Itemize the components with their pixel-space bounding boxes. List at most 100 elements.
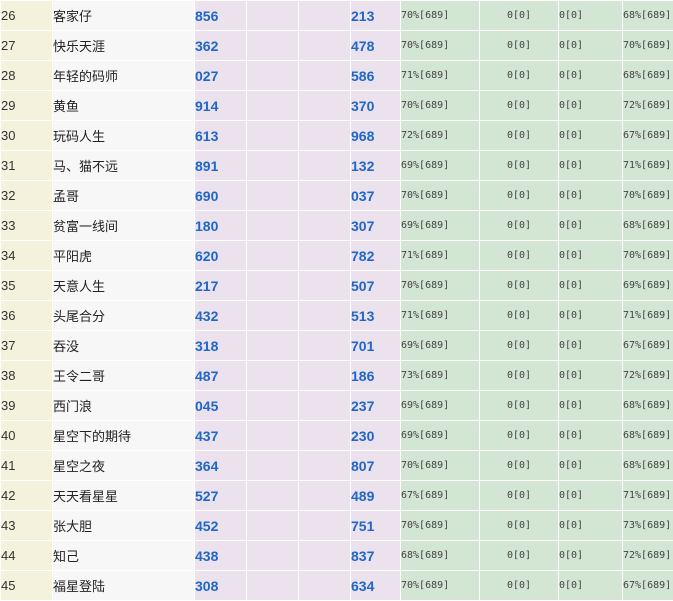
name-cell: 天天看星星	[53, 481, 195, 511]
stat-1-cell: 73%[689]	[401, 361, 480, 391]
stat-3-cell: 0[0]	[559, 121, 623, 151]
blank-cell	[247, 121, 299, 151]
ranking-rows: 26 客家仔 856 213 70%[689] 0[0] 0[0] 68%[68…	[1, 1, 673, 601]
stat-1-cell: 70%[689]	[401, 571, 480, 601]
rank-cell: 39	[1, 391, 53, 421]
table-row: 31 马、猫不远 891 132 69%[689] 0[0] 0[0] 71%[…	[1, 151, 673, 181]
blank-cell	[299, 61, 351, 91]
stat-2-cell: 0[0]	[480, 181, 559, 211]
number-b-cell: 968	[351, 121, 401, 151]
blank-cell	[299, 421, 351, 451]
blank-cell	[247, 361, 299, 391]
stat-2-cell: 0[0]	[480, 331, 559, 361]
stat-3-cell: 0[0]	[559, 1, 623, 31]
stat-4-cell: 67%[689]	[623, 571, 673, 601]
stat-2-cell: 0[0]	[480, 61, 559, 91]
stat-1-cell: 70%[689]	[401, 181, 480, 211]
stat-2-cell: 0[0]	[480, 301, 559, 331]
stat-4-cell: 72%[689]	[623, 361, 673, 391]
name-cell: 平阳虎	[53, 241, 195, 271]
name-cell: 马、猫不远	[53, 151, 195, 181]
stat-4-cell: 68%[689]	[623, 391, 673, 421]
number-b-cell: 507	[351, 271, 401, 301]
name-cell: 西门浪	[53, 391, 195, 421]
stat-2-cell: 0[0]	[480, 31, 559, 61]
number-a-cell: 613	[195, 121, 247, 151]
table-row: 35 天意人生 217 507 70%[689] 0[0] 0[0] 69%[6…	[1, 271, 673, 301]
number-a-cell: 437	[195, 421, 247, 451]
stat-2-cell: 0[0]	[480, 421, 559, 451]
number-a-cell: 620	[195, 241, 247, 271]
blank-cell	[247, 541, 299, 571]
blank-cell	[247, 151, 299, 181]
rank-cell: 42	[1, 481, 53, 511]
stat-4-cell: 71%[689]	[623, 481, 673, 511]
stat-3-cell: 0[0]	[559, 571, 623, 601]
stat-4-cell: 73%[689]	[623, 511, 673, 541]
stat-4-cell: 71%[689]	[623, 301, 673, 331]
stat-1-cell: 70%[689]	[401, 31, 480, 61]
blank-cell	[299, 511, 351, 541]
table-row: 45 福星登陆 308 634 70%[689] 0[0] 0[0] 67%[6…	[1, 571, 673, 601]
rank-cell: 34	[1, 241, 53, 271]
stat-1-cell: 71%[689]	[401, 241, 480, 271]
stat-1-cell: 68%[689]	[401, 541, 480, 571]
name-cell: 星空下的期待	[53, 421, 195, 451]
table-row: 38 王令二哥 487 186 73%[689] 0[0] 0[0] 72%[6…	[1, 361, 673, 391]
number-a-cell: 180	[195, 211, 247, 241]
name-cell: 王令二哥	[53, 361, 195, 391]
stat-4-cell: 68%[689]	[623, 451, 673, 481]
stat-3-cell: 0[0]	[559, 61, 623, 91]
name-cell: 快乐天涯	[53, 31, 195, 61]
table-row: 39 西门浪 045 237 69%[689] 0[0] 0[0] 68%[68…	[1, 391, 673, 421]
stat-2-cell: 0[0]	[480, 211, 559, 241]
stat-1-cell: 72%[689]	[401, 121, 480, 151]
rank-cell: 40	[1, 421, 53, 451]
stat-1-cell: 69%[689]	[401, 151, 480, 181]
number-b-cell: 370	[351, 91, 401, 121]
table-row: 34 平阳虎 620 782 71%[689] 0[0] 0[0] 70%[68…	[1, 241, 673, 271]
number-b-cell: 478	[351, 31, 401, 61]
rank-cell: 44	[1, 541, 53, 571]
name-cell: 星空之夜	[53, 451, 195, 481]
number-b-cell: 837	[351, 541, 401, 571]
table-row: 37 吞没 318 701 69%[689] 0[0] 0[0] 67%[689…	[1, 331, 673, 361]
stat-1-cell: 70%[689]	[401, 1, 480, 31]
table-row: 36 头尾合分 432 513 71%[689] 0[0] 0[0] 71%[6…	[1, 301, 673, 331]
blank-cell	[247, 1, 299, 31]
number-a-cell: 856	[195, 1, 247, 31]
stat-3-cell: 0[0]	[559, 301, 623, 331]
table-row: 40 星空下的期待 437 230 69%[689] 0[0] 0[0] 68%…	[1, 421, 673, 451]
number-b-cell: 489	[351, 481, 401, 511]
blank-cell	[247, 391, 299, 421]
stat-1-cell: 69%[689]	[401, 331, 480, 361]
blank-cell	[247, 211, 299, 241]
number-b-cell: 186	[351, 361, 401, 391]
blank-cell	[247, 31, 299, 61]
stat-2-cell: 0[0]	[480, 391, 559, 421]
stat-1-cell: 70%[689]	[401, 511, 480, 541]
blank-cell	[299, 91, 351, 121]
number-a-cell: 217	[195, 271, 247, 301]
stat-3-cell: 0[0]	[559, 181, 623, 211]
stat-4-cell: 70%[689]	[623, 241, 673, 271]
blank-cell	[299, 271, 351, 301]
number-a-cell: 362	[195, 31, 247, 61]
rank-cell: 37	[1, 331, 53, 361]
number-b-cell: 701	[351, 331, 401, 361]
stat-1-cell: 67%[689]	[401, 481, 480, 511]
stat-3-cell: 0[0]	[559, 31, 623, 61]
rank-cell: 28	[1, 61, 53, 91]
stat-2-cell: 0[0]	[480, 451, 559, 481]
stat-3-cell: 0[0]	[559, 211, 623, 241]
rank-cell: 27	[1, 31, 53, 61]
blank-cell	[299, 211, 351, 241]
table-row: 30 玩码人生 613 968 72%[689] 0[0] 0[0] 67%[6…	[1, 121, 673, 151]
blank-cell	[247, 451, 299, 481]
name-cell: 玩码人生	[53, 121, 195, 151]
stat-2-cell: 0[0]	[480, 1, 559, 31]
rank-cell: 32	[1, 181, 53, 211]
blank-cell	[247, 421, 299, 451]
name-cell: 福星登陆	[53, 571, 195, 601]
blank-cell	[247, 91, 299, 121]
